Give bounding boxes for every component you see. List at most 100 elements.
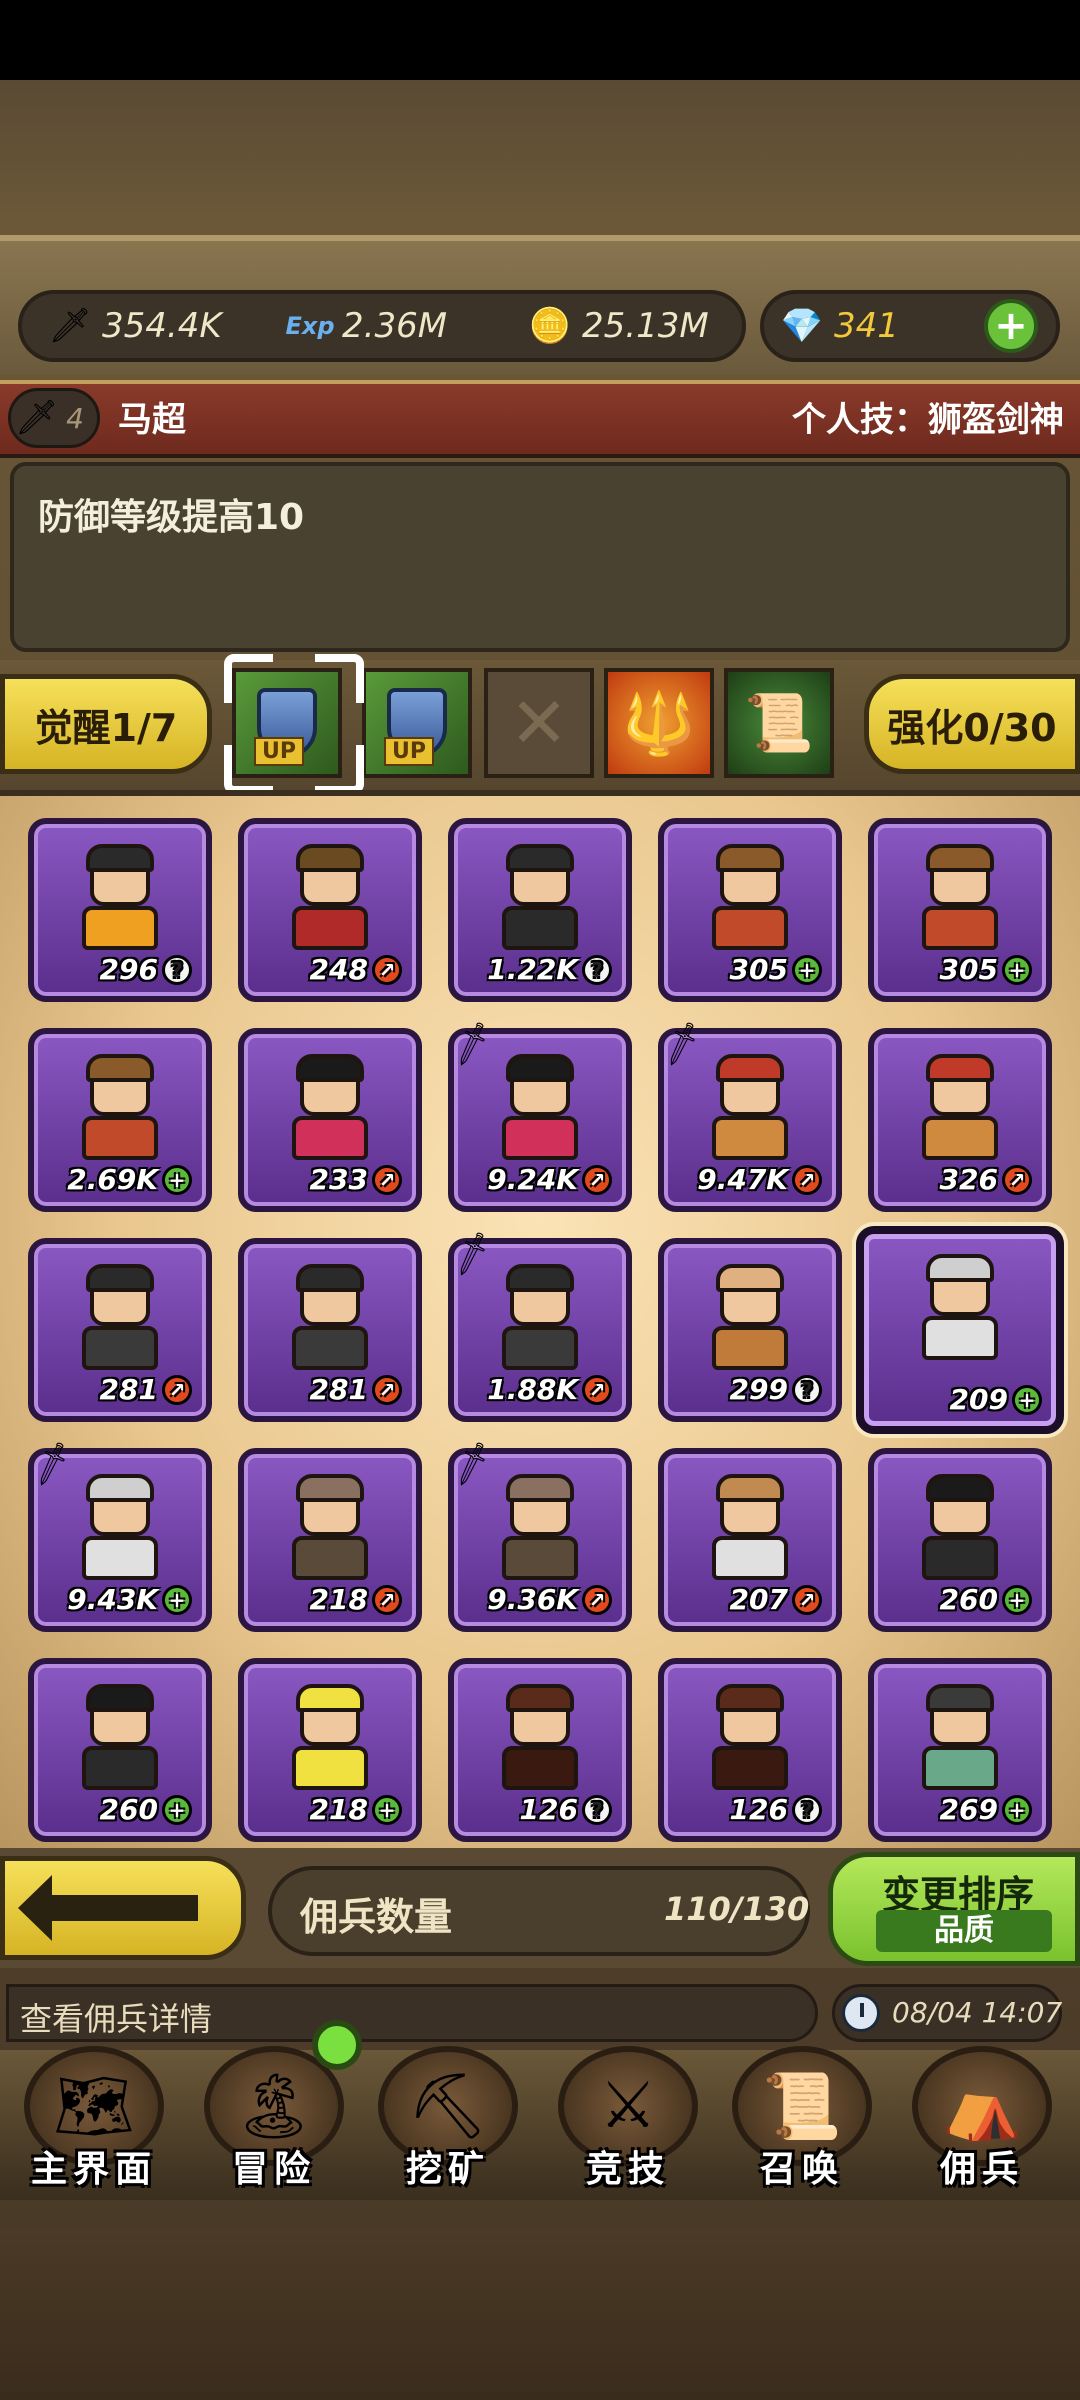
defense-up-team-slot[interactable]: UP <box>362 668 472 778</box>
mercenary-value-text: 218 <box>309 1793 368 1826</box>
nav-label: 召唤 <box>759 2149 844 2190</box>
nav-arena[interactable]: ⚔ 竞技 <box>540 2046 716 2206</box>
mercenary-portrait <box>492 1054 588 1164</box>
portrait-body <box>502 1746 578 1790</box>
portrait-body <box>292 906 368 950</box>
portrait-hair <box>506 844 574 872</box>
mercenary-portrait <box>912 1254 1008 1364</box>
mercenary-value: 207 ↗ <box>730 1583 822 1616</box>
portrait-body <box>292 1536 368 1580</box>
portrait-body <box>502 1116 578 1160</box>
mercenary-card[interactable]: 233 ↗ <box>238 1028 422 1212</box>
mercenary-card[interactable]: 281 ↗ <box>238 1238 422 1422</box>
mercenary-portrait <box>282 1684 378 1794</box>
mercenary-portrait <box>72 844 168 954</box>
mercenary-card[interactable]: 260 + <box>28 1658 212 1842</box>
mercenary-value: 9.43K + <box>67 1583 192 1616</box>
strengthen-button[interactable]: 强化0/30 <box>864 674 1080 774</box>
arrow-up-icon: ↗ <box>372 954 402 985</box>
skill-description: 防御等级提高10 <box>38 497 305 538</box>
mercenary-value-text: 218 <box>309 1583 368 1616</box>
portrait-hair <box>716 1684 784 1712</box>
nav-summon[interactable]: 📜 召唤 <box>714 2046 890 2206</box>
mercenary-count-value: 110/130 <box>664 1890 810 1928</box>
portrait-body <box>292 1326 368 1370</box>
question-icon: ? <box>162 954 192 985</box>
mercenary-card[interactable]: 305 + <box>658 818 842 1002</box>
arrow-up-icon: ↗ <box>792 1164 822 1195</box>
mercenary-card[interactable]: 🗡 9.43K + <box>24 1438 212 1632</box>
arrow-up-icon: ↗ <box>162 1374 192 1405</box>
mercenary-value-text: 305 <box>729 953 788 986</box>
hero-level-badge: 🗡 4 <box>8 388 100 448</box>
mercenary-portrait <box>492 1264 588 1374</box>
mercenary-card[interactable]: 281 ↗ <box>28 1238 212 1422</box>
mercenary-card[interactable]: 260 + <box>868 1448 1052 1632</box>
arrow-left-icon <box>18 1875 198 1941</box>
portrait-hair <box>296 1684 364 1712</box>
attack-value: 354.4K <box>102 306 222 346</box>
mercenary-portrait <box>912 1474 1008 1584</box>
mercenary-value: 209 + <box>950 1383 1042 1416</box>
mercenary-card[interactable]: 299? <box>658 1238 842 1422</box>
slot-selection-frame <box>224 654 364 794</box>
mercenary-card[interactable]: 🗡 9.47K ↗ <box>654 1018 842 1212</box>
mercenary-portrait <box>912 1684 1008 1794</box>
mercenary-card[interactable]: 🗡 9.24K ↗ <box>444 1018 632 1212</box>
mercenary-card[interactable]: 209 + <box>856 1226 1064 1434</box>
exp-resource: Exp 2.36M <box>285 302 502 350</box>
mercenary-portrait <box>282 1054 378 1164</box>
arrow-up-icon: ↗ <box>582 1584 612 1615</box>
mercenary-card[interactable]: 248 ↗ <box>238 818 422 1002</box>
portrait-hair <box>716 1054 784 1082</box>
scroll-skill-slot[interactable]: 📜 <box>724 668 834 778</box>
mercenary-card[interactable]: 2.69K + <box>28 1028 212 1212</box>
mercenary-card[interactable]: 1.22K? <box>448 818 632 1002</box>
mercenary-count-label: 佣兵数量 <box>300 1895 453 1939</box>
mercenary-value: 9.47K ↗ <box>697 1163 822 1196</box>
mercenary-card[interactable]: 🗡 1.88K ↗ <box>444 1228 632 1422</box>
mercenary-value: 299? <box>730 1373 822 1406</box>
mercenary-card[interactable]: 326 ↗ <box>868 1028 1052 1212</box>
mercenary-value: 1.22K? <box>487 953 612 986</box>
mercenary-card[interactable]: 126? <box>448 1658 632 1842</box>
portrait-hair <box>506 1474 574 1502</box>
mercenary-value: 2.69K + <box>67 1163 192 1196</box>
mercenary-portrait <box>282 1474 378 1584</box>
mercenary-card[interactable]: 305 + <box>868 818 1052 1002</box>
mercenary-value: 281 ↗ <box>310 1373 402 1406</box>
mercenary-value-text: 126 <box>519 1793 578 1826</box>
mercenary-portrait <box>702 1684 798 1794</box>
arrow-up-icon: ↗ <box>372 1584 402 1615</box>
mercenary-value: 9.24K ↗ <box>487 1163 612 1196</box>
mercenary-portrait <box>912 1054 1008 1164</box>
nav-mining[interactable]: ⛏ 挖矿 <box>360 2046 536 2206</box>
mercenary-card[interactable]: 207 ↗ <box>658 1448 842 1632</box>
back-button[interactable] <box>0 1856 246 1960</box>
add-gems-button[interactable]: + <box>984 299 1038 353</box>
mercenary-card[interactable]: 269 + <box>868 1658 1052 1842</box>
nav-main[interactable]: 🗺 主界面 <box>6 2046 182 2206</box>
portrait-body <box>502 1536 578 1580</box>
spear-skill-slot[interactable]: 🔱 <box>604 668 714 778</box>
level-sword-icon: 🗡 <box>15 398 59 438</box>
awaken-button[interactable]: 觉醒1/7 <box>0 674 212 774</box>
mercenary-portrait <box>282 844 378 954</box>
notification-dot <box>312 2020 362 2070</box>
nav-adventure[interactable]: 🏝 冒险 <box>186 2046 362 2206</box>
mercenary-card[interactable]: 296? <box>28 818 212 1002</box>
mercenary-card[interactable]: 🗡 9.36K ↗ <box>444 1438 632 1632</box>
mercenary-value-text: 233 <box>309 1163 368 1196</box>
mercenary-portrait <box>702 1264 798 1374</box>
mercenary-card[interactable]: 218 ↗ <box>238 1448 422 1632</box>
mercenary-value-text: 260 <box>99 1793 158 1826</box>
mercenary-card[interactable]: 218 + <box>238 1658 422 1842</box>
spear-icon: 🔱 <box>621 688 697 759</box>
mercenary-value-text: 281 <box>99 1373 158 1406</box>
locked-slot[interactable]: ✕ <box>484 668 594 778</box>
plus-icon: + <box>162 1794 192 1825</box>
plus-icon: + <box>792 954 822 985</box>
nav-label: 主界面 <box>30 2149 157 2190</box>
nav-mercenary[interactable]: ⛺ 佣兵 <box>894 2046 1070 2206</box>
mercenary-card[interactable]: 126? <box>658 1658 842 1842</box>
